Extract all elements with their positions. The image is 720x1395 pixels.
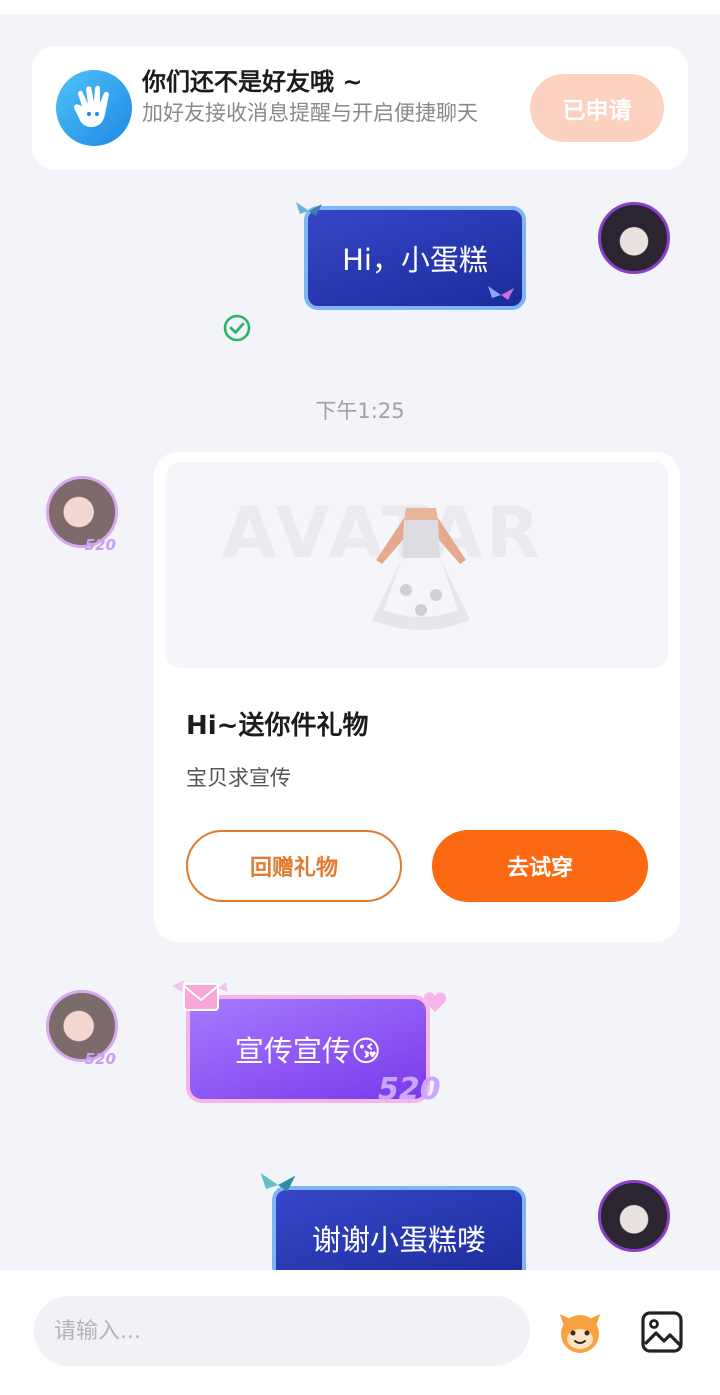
envelope-wings-icon xyxy=(172,980,228,1011)
message-text: 谢谢小蛋糕喽 xyxy=(311,1223,486,1257)
gift-title: Hi~送你件礼物 xyxy=(186,711,369,741)
check-circle-icon xyxy=(223,314,251,342)
butterfly-decoration-icon xyxy=(260,1173,296,1192)
bubble-badge: 520 xyxy=(378,1072,441,1107)
emoji-sticker-icon[interactable] xyxy=(556,1308,604,1356)
my-avatar[interactable] xyxy=(594,1176,674,1256)
message-timestamp: 下午1:25 xyxy=(315,399,405,423)
gift-image: AVATAR xyxy=(166,462,668,668)
message-input-bar xyxy=(0,1270,720,1395)
image-picker-icon[interactable] xyxy=(640,1310,684,1354)
dress-illustration-icon xyxy=(372,508,470,630)
return-gift-button[interactable]: 回赠礼物 xyxy=(186,830,402,902)
avatar-badge: 520 xyxy=(84,1050,116,1068)
butterfly-decoration-icon xyxy=(488,286,514,300)
try-on-button[interactable]: 去试穿 xyxy=(432,830,648,902)
gift-card[interactable]: AVATAR Hi~送你件礼物 宝贝求宣传 回赠礼物 去试穿 xyxy=(154,452,680,942)
heart-decoration-icon xyxy=(423,992,447,1012)
contact-avatar[interactable]: 520 xyxy=(42,986,122,1068)
avatar-badge: 520 xyxy=(84,536,116,554)
applied-button[interactable]: 已申请 xyxy=(530,74,664,142)
friend-banner-subtitle: 加好友接收消息提醒与开启便捷聊天 xyxy=(142,101,478,125)
message-input[interactable] xyxy=(34,1296,530,1366)
contact-avatar[interactable]: 520 xyxy=(42,472,122,554)
friend-banner-title: 你们还不是好友哦 ~ xyxy=(142,68,363,96)
gift-description: 宝贝求宣传 xyxy=(186,766,291,790)
hand-wave-icon xyxy=(56,70,132,146)
message-text: 宣传宣传😘 xyxy=(234,1034,382,1068)
friend-request-banner: 你们还不是好友哦 ~ 加好友接收消息提醒与开启便捷聊天 已申请 xyxy=(32,46,688,170)
butterfly-decoration-icon xyxy=(296,202,322,216)
my-avatar[interactable] xyxy=(594,198,674,278)
message-text: Hi，小蛋糕 xyxy=(342,243,488,277)
status-bar xyxy=(0,0,720,14)
